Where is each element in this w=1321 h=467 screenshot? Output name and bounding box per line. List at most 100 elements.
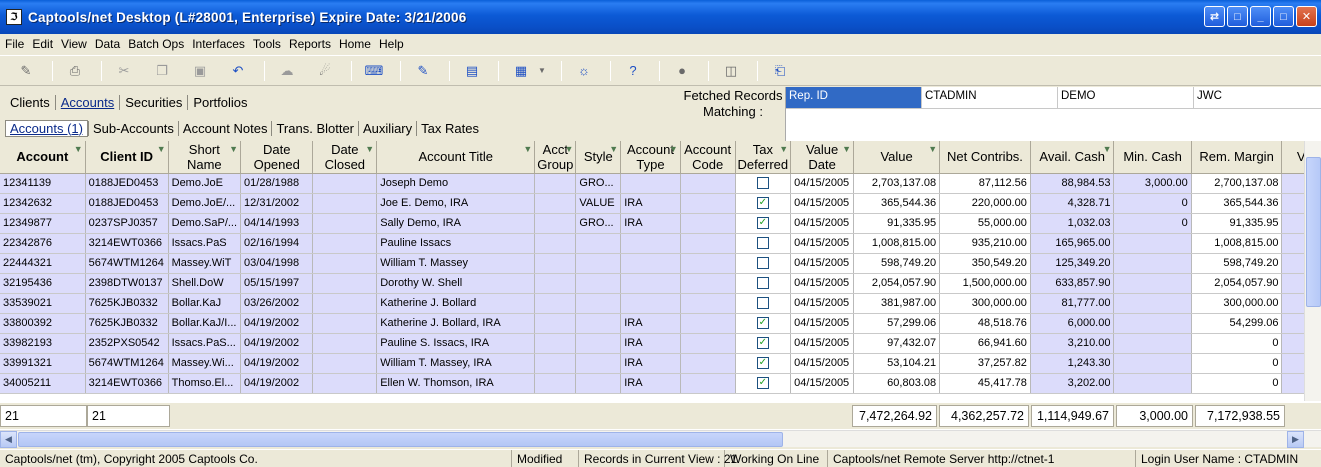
table-cell[interactable]: 3,210.00: [1030, 333, 1115, 354]
table-cell[interactable]: 0: [1191, 373, 1283, 394]
column-header[interactable]: Account Code: [680, 141, 736, 174]
table-cell[interactable]: [534, 173, 577, 194]
table-cell[interactable]: 04/15/2005: [790, 173, 855, 194]
notepad-icon[interactable]: ✎: [411, 60, 435, 82]
tax-deferred-checkbox[interactable]: ✓: [756, 357, 769, 370]
table-cell[interactable]: 81,777.00: [1030, 293, 1115, 314]
menu-reports[interactable]: Reports: [285, 37, 335, 51]
tab-securities[interactable]: Securities: [119, 94, 187, 110]
table-row[interactable]: 32195436 2398DTW0137 Shell.DoW 05/15/1997 Do…: [0, 273, 1321, 294]
table-cell[interactable]: [680, 213, 736, 234]
table-cell[interactable]: 04/15/2005: [790, 213, 855, 234]
table-cell[interactable]: 54,299.06: [1191, 313, 1283, 334]
table-cell[interactable]: 381,987.00: [853, 293, 941, 314]
table-cell[interactable]: [312, 213, 378, 234]
table-cell[interactable]: ✓: [735, 213, 792, 234]
table-cell[interactable]: 365,544.36: [1191, 193, 1283, 214]
table-cell[interactable]: [620, 233, 681, 254]
table-cell[interactable]: 57,299.06: [853, 313, 941, 334]
table-cell[interactable]: Sally Demo, IRA: [376, 213, 536, 234]
table-cell[interactable]: IRA: [620, 333, 681, 354]
table-cell[interactable]: 60,803.08: [853, 373, 941, 394]
table-cell[interactable]: 220,000.00: [939, 193, 1031, 214]
table-cell[interactable]: 22342876: [0, 233, 86, 254]
table-cell[interactable]: 33991321: [0, 353, 86, 374]
tab-account-notes[interactable]: Account Notes: [177, 120, 272, 136]
table-cell[interactable]: 55,000.00: [939, 213, 1031, 234]
table-cell[interactable]: 91,335.95: [1191, 213, 1283, 234]
column-header[interactable]: Date Opened: [240, 141, 314, 174]
table-cell[interactable]: [312, 253, 378, 274]
table-cell[interactable]: Katherine J. Bollard: [376, 293, 536, 314]
table-cell[interactable]: 12/31/2002: [240, 193, 314, 214]
table-cell[interactable]: 33800392: [0, 313, 86, 334]
table-cell[interactable]: 04/15/2005: [790, 373, 855, 394]
dropdown-icon[interactable]: ▼: [537, 60, 547, 82]
column-header[interactable]: Min. Cash: [1113, 141, 1192, 174]
table-cell[interactable]: [312, 353, 378, 374]
table-cell[interactable]: [575, 333, 622, 354]
table-cell[interactable]: [1113, 353, 1192, 374]
table-cell[interactable]: [312, 233, 378, 254]
menu-edit[interactable]: Edit: [28, 37, 57, 51]
table-cell[interactable]: 0: [1113, 213, 1192, 234]
scroll-thumb[interactable]: [1306, 157, 1321, 307]
table-cell[interactable]: [575, 233, 622, 254]
table-cell[interactable]: ✓: [735, 193, 792, 214]
table-cell[interactable]: Katherine J. Bollard, IRA: [376, 313, 536, 334]
column-header[interactable]: Value ▼: [853, 141, 941, 174]
table-cell[interactable]: [534, 353, 577, 374]
table-cell[interactable]: 0: [1191, 333, 1283, 354]
table-cell[interactable]: [534, 333, 577, 354]
table-cell[interactable]: 2,700,137.08: [1191, 173, 1283, 194]
copy-icon[interactable]: ❐: [150, 60, 174, 82]
table-cell[interactable]: ✓: [735, 353, 792, 374]
table-cell[interactable]: 1,500,000.00: [939, 273, 1031, 294]
table-cell[interactable]: 53,104.21: [853, 353, 941, 374]
table-cell[interactable]: Pauline S. Issacs, IRA: [376, 333, 536, 354]
table-cell[interactable]: 935,210.00: [939, 233, 1031, 254]
tax-deferred-checkbox[interactable]: [756, 237, 769, 250]
table-cell[interactable]: IRA: [620, 353, 681, 374]
table-cell[interactable]: 350,549.20: [939, 253, 1031, 274]
table-cell[interactable]: 0188JED0453: [85, 173, 169, 194]
table-cell[interactable]: 4,328.71: [1030, 193, 1115, 214]
table-cell[interactable]: [735, 233, 792, 254]
table-cell[interactable]: [534, 273, 577, 294]
table-row[interactable]: 33800392 7625KJB0332 Bollar.KaJ/I... 04/19/…: [0, 313, 1321, 334]
table-cell[interactable]: Issacs.PaS...: [168, 333, 242, 354]
tax-deferred-checkbox[interactable]: [756, 277, 769, 290]
table-cell[interactable]: 300,000.00: [939, 293, 1031, 314]
filter-value[interactable]: JWC: [1194, 87, 1321, 109]
maximize-button[interactable]: □: [1273, 6, 1294, 27]
tab-tax-rates[interactable]: Tax Rates: [416, 120, 483, 136]
table-cell[interactable]: 04/15/2005: [790, 333, 855, 354]
filter-funnel-icon[interactable]: ▼: [1103, 142, 1112, 157]
table-cell[interactable]: 7625KJB0332: [85, 313, 169, 334]
table-cell[interactable]: 12342632: [0, 193, 86, 214]
table-cell[interactable]: 04/15/2005: [790, 313, 855, 334]
tax-deferred-checkbox[interactable]: ✓: [756, 377, 769, 390]
table-cell[interactable]: [620, 173, 681, 194]
table-cell[interactable]: IRA: [620, 193, 681, 214]
table-cell[interactable]: [735, 273, 792, 294]
menu-tools[interactable]: Tools: [249, 37, 285, 51]
menu-batch-ops[interactable]: Batch Ops: [124, 37, 188, 51]
table-cell[interactable]: [1113, 293, 1192, 314]
table-cell[interactable]: [534, 373, 577, 394]
tax-deferred-checkbox[interactable]: ✓: [756, 317, 769, 330]
filter-funnel-icon[interactable]: ▼: [157, 142, 166, 157]
table-cell[interactable]: 3214EWT0366: [85, 233, 169, 254]
table-cell[interactable]: [312, 333, 378, 354]
table-cell[interactable]: [575, 273, 622, 294]
filter-funnel-icon[interactable]: ▼: [779, 142, 788, 157]
table-cell[interactable]: 88,984.53: [1030, 173, 1115, 194]
table-cell[interactable]: 04/19/2002: [240, 373, 314, 394]
table-cell[interactable]: [735, 253, 792, 274]
table-cell[interactable]: [312, 173, 378, 194]
table-cell[interactable]: [620, 293, 681, 314]
table-cell[interactable]: [1113, 233, 1192, 254]
refresh-icon[interactable]: ☁: [275, 60, 299, 82]
table-cell[interactable]: ✓: [735, 333, 792, 354]
table-cell[interactable]: 32195436: [0, 273, 86, 294]
